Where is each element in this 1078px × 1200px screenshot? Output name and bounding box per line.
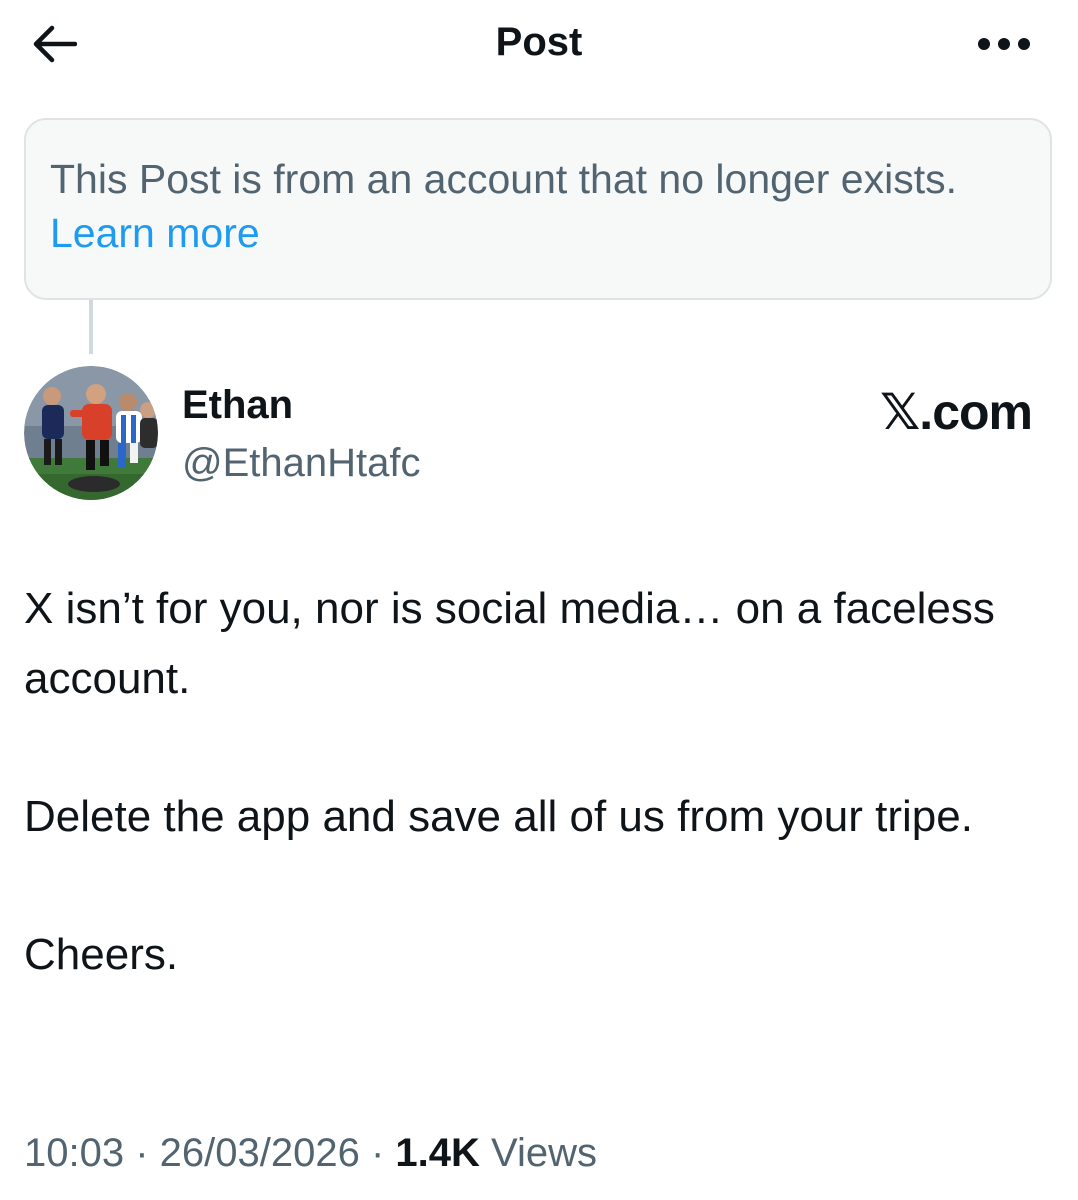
x-com-watermark: 𝕏.com — [880, 384, 1033, 440]
avatar-photo — [24, 366, 158, 500]
ellipsis-horizontal-icon — [978, 38, 1030, 50]
author-display-name[interactable]: Ethan — [182, 380, 293, 430]
post-paragraph: Delete the app and save all of us from y… — [24, 792, 973, 841]
notice-message: This Post is from an account that no lon… — [50, 156, 957, 202]
post-paragraph: Cheers. — [24, 930, 179, 979]
thread-connector-line — [89, 300, 93, 354]
post-time[interactable]: 10:03 — [24, 1131, 124, 1175]
avatar[interactable] — [24, 366, 158, 500]
author-handle[interactable]: @EthanHtafc — [182, 438, 421, 488]
post-text: X isn’t for you, nor is social media… on… — [24, 574, 1044, 990]
learn-more-link[interactable]: Learn more — [50, 210, 260, 256]
page-title: Post — [495, 20, 583, 64]
more-options-button[interactable] — [972, 22, 1036, 66]
post-metadata: 10:03 · 26/03/2026 · 1.4K Views — [24, 1124, 597, 1182]
meta-separator: · — [124, 1131, 160, 1175]
deleted-account-notice: This Post is from an account that no lon… — [24, 118, 1052, 300]
views-count: 1.4K — [395, 1131, 480, 1175]
top-bar: Post — [0, 0, 1078, 90]
meta-separator: · — [359, 1131, 396, 1175]
views-label: Views — [491, 1131, 598, 1175]
post-paragraph: X isn’t for you, nor is social media… on… — [24, 584, 995, 703]
notice-text: This Post is from an account that no lon… — [50, 152, 1026, 260]
post-date[interactable]: 26/03/2026 — [160, 1131, 360, 1175]
